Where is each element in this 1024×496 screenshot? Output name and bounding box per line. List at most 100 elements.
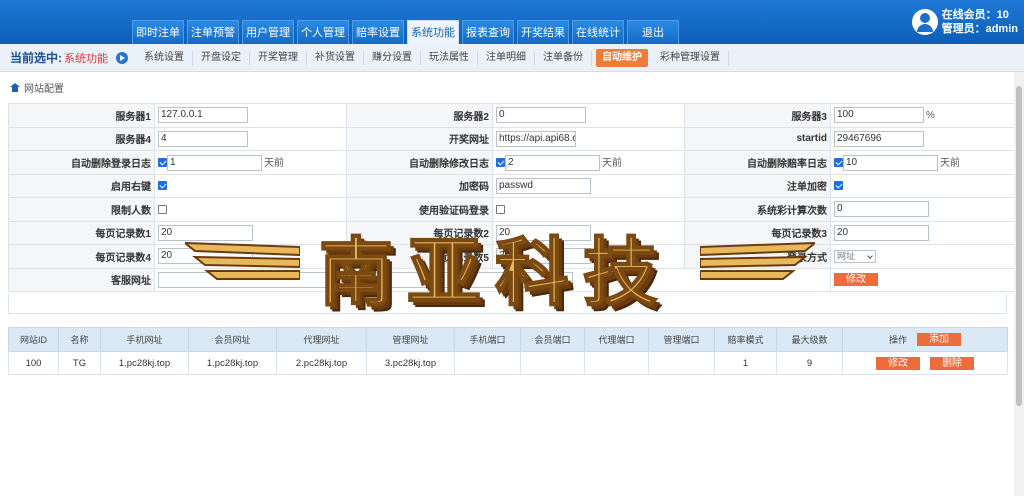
config-footer-row: [8, 294, 1007, 314]
add-site-button[interactable]: 添加: [917, 333, 961, 346]
server1-label: 服务器1: [8, 103, 155, 128]
nav-report-query[interactable]: 报表查询: [462, 20, 514, 44]
lottery-url-input[interactable]: https://api.api68.cc: [496, 130, 576, 147]
per-page2-label: 每页记录数2: [346, 220, 493, 245]
config-modify-button[interactable]: 修改: [834, 273, 878, 287]
subnav-system-settings[interactable]: 系统设置: [136, 50, 193, 65]
per-page3-input[interactable]: 20: [834, 224, 929, 241]
service-url-label: 客服网址: [8, 267, 155, 292]
subnav-bet-details[interactable]: 注单明细: [478, 50, 535, 65]
server2-input[interactable]: 0: [496, 107, 586, 124]
per-page3-label: 每页记录数3: [684, 220, 831, 245]
nav-user-management[interactable]: 用户管理: [242, 20, 294, 44]
vertical-scrollbar[interactable]: [1014, 72, 1024, 496]
breadcrumb-label: 网站配置: [24, 84, 64, 95]
bet-encrypt-checkbox[interactable]: [834, 181, 843, 191]
col-mobile-port: 手机端口: [454, 327, 521, 352]
col-odds-mode: 赔率模式: [714, 327, 777, 352]
verify-login-label: 使用验证码登录: [346, 197, 493, 222]
actions-label: 操作: [888, 335, 907, 345]
col-mobile-url: 手机网址: [100, 327, 189, 352]
table-row: 100 TG 1.pc28kj.top 1.pc28kj.top 2.pc28k…: [8, 351, 1008, 375]
per-page2-input[interactable]: 20: [496, 224, 591, 241]
bet-encrypt-label: 注单加密: [684, 173, 831, 198]
lottery-url-label: 开奖网址: [346, 126, 493, 151]
per-page5-input[interactable]: 20: [496, 248, 591, 265]
breadcrumb: 网站配置: [10, 80, 64, 95]
auto-delete-modify-log-checkbox[interactable]: [496, 158, 505, 168]
server2-label: 服务器2: [346, 103, 493, 128]
col-member-url: 会员网址: [188, 327, 277, 352]
auto-delete-odds-log-unit: 天前: [940, 157, 960, 169]
server4-input[interactable]: 4: [158, 130, 248, 147]
per-page1-input[interactable]: 20: [158, 224, 253, 241]
subnav-auto-maintenance[interactable]: 自动维护: [596, 48, 648, 67]
subnav-lottery-settings[interactable]: 彩种管理设置: [652, 50, 729, 65]
col-agent-port: 代理端口: [584, 327, 649, 352]
cell-max-level: 9: [776, 351, 843, 375]
col-agent-url: 代理网址: [276, 327, 367, 352]
encrypt-code-input[interactable]: passwd: [496, 177, 591, 194]
auto-delete-modify-log-unit: 天前: [602, 157, 622, 169]
subnav-restock-settings[interactable]: 补货设置: [307, 50, 364, 65]
per-page4-label: 每页记录数4: [8, 244, 155, 269]
server3-input[interactable]: 100: [834, 107, 924, 124]
subnav-draw-management[interactable]: 开奖管理: [250, 50, 307, 65]
nav-bet-alerts[interactable]: 注单预警: [187, 20, 239, 44]
current-selection-value: 系统功能: [64, 52, 108, 65]
delete-site-button[interactable]: 删除: [930, 356, 974, 370]
nav-logout[interactable]: 退出: [627, 20, 679, 44]
auto-delete-odds-log-label: 自动删除赔率日志: [684, 150, 831, 175]
nav-draw-results[interactable]: 开奖结果: [517, 20, 569, 44]
server1-input[interactable]: 127.0.0.1: [158, 107, 248, 124]
verify-login-checkbox[interactable]: [496, 204, 505, 214]
subnav-open-settings[interactable]: 开盘设定: [193, 50, 250, 65]
limit-users-label: 限制人数: [8, 197, 155, 222]
login-mode-select[interactable]: 网址: [834, 249, 876, 263]
admin-name: 管理员：admin: [941, 23, 1018, 35]
col-site-id: 网站ID: [8, 327, 59, 352]
system-calc-input[interactable]: 0: [834, 201, 929, 218]
cell-admin-port: [648, 351, 715, 375]
cell-agent-url: 2.pc28kj.top: [276, 351, 367, 375]
nav-system-functions[interactable]: 系统功能: [407, 20, 459, 44]
cell-name: TG: [58, 351, 101, 375]
auto-delete-login-log-label: 自动删除登录日志: [8, 150, 155, 175]
per-page5-label: 每页记录数5: [346, 244, 493, 269]
chevron-down-icon: [867, 252, 873, 259]
auto-delete-login-log-days-input[interactable]: 1: [167, 154, 262, 171]
server3-unit: %: [926, 109, 935, 121]
subnav-earn-settings[interactable]: 赚分设置: [364, 50, 421, 65]
nav-online-stats[interactable]: 在线统计: [572, 20, 624, 44]
scrollbar-thumb[interactable]: [1016, 86, 1022, 406]
subnav-play-attributes[interactable]: 玩法属性: [421, 50, 478, 65]
auto-delete-odds-log-checkbox[interactable]: [834, 158, 843, 168]
system-calc-label: 系统彩计算次数: [684, 197, 831, 222]
right-click-label: 启用右键: [8, 173, 155, 198]
auto-delete-modify-log-days-input[interactable]: 2: [505, 154, 600, 171]
home-icon: [10, 83, 20, 92]
site-table: 网站ID 名称 手机网址 会员网址 代理网址 管理网址 手机端口 会员端口 代理…: [8, 327, 1008, 375]
nav-instant-bets[interactable]: 即时注单: [132, 20, 184, 44]
limit-users-checkbox[interactable]: [158, 204, 167, 214]
nav-odds-settings[interactable]: 赔率设置: [352, 20, 404, 44]
encrypt-code-label: 加密码: [346, 173, 493, 198]
nav-personal-management[interactable]: 个人管理: [297, 20, 349, 44]
auto-delete-odds-log-days-input[interactable]: 10: [843, 154, 938, 171]
server4-label: 服务器4: [8, 126, 155, 151]
col-name: 名称: [58, 327, 101, 352]
edit-site-button[interactable]: 修改: [876, 356, 920, 370]
service-url-input[interactable]: [158, 271, 573, 288]
server3-label: 服务器3: [684, 103, 831, 128]
auto-delete-modify-log-label: 自动删除修改日志: [346, 150, 493, 175]
col-admin-url: 管理网址: [366, 327, 455, 352]
main-nav: 即时注单 注单预警 用户管理 个人管理 赔率设置 系统功能 报表查询 开奖结果 …: [132, 20, 679, 44]
sub-nav: 当前选中: 系统功能 系统设置 开盘设定 开奖管理 补货设置 赚分设置 玩法属性…: [0, 44, 1024, 72]
auto-delete-login-log-checkbox[interactable]: [158, 158, 167, 168]
per-page4-input[interactable]: 20: [158, 248, 253, 265]
user-info: 在线会员：10 管理员：admin: [911, 8, 1018, 36]
right-click-checkbox[interactable]: [158, 181, 167, 191]
user-avatar-icon: [911, 9, 938, 35]
subnav-bet-backup[interactable]: 注单备份: [535, 50, 592, 65]
startid-input[interactable]: 29467696: [834, 130, 924, 147]
